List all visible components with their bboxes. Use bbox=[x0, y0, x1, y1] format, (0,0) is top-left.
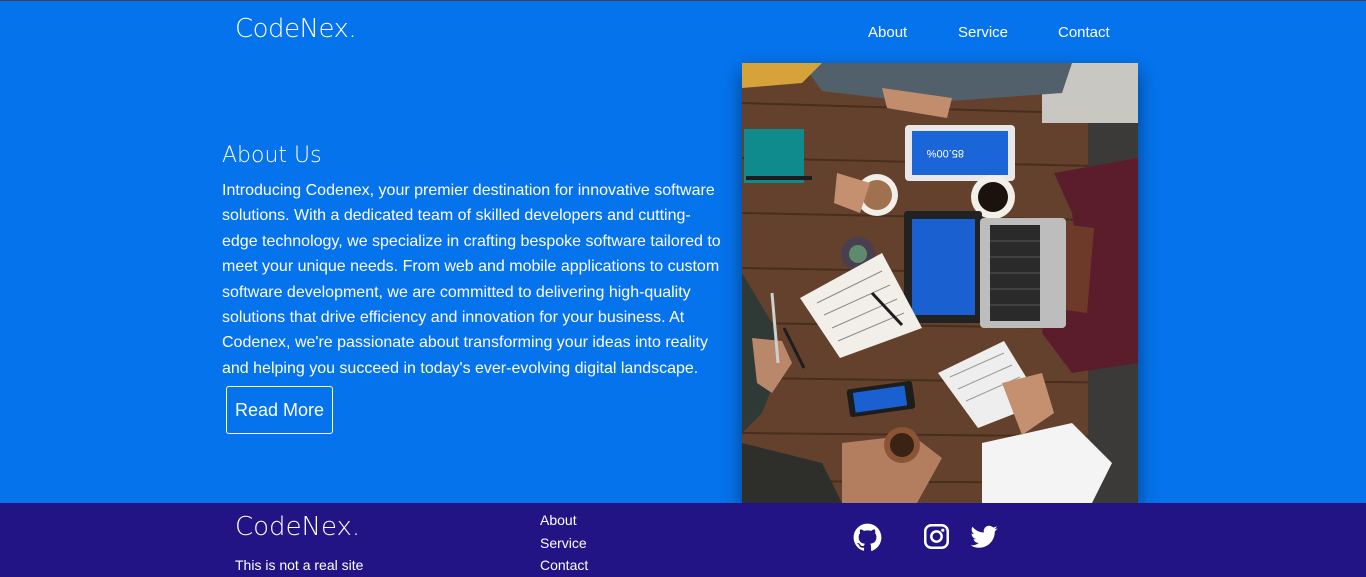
footer-links: About Service Contact bbox=[540, 509, 588, 577]
tablet-value: 85.00% bbox=[926, 147, 964, 159]
github-icon[interactable] bbox=[853, 523, 882, 552]
team-meeting-photo: 85.00% bbox=[742, 63, 1138, 503]
about-description: Introducing Codenex, your premier destin… bbox=[222, 182, 721, 377]
nav-link-about[interactable]: About bbox=[868, 24, 907, 41]
twitter-icon[interactable] bbox=[969, 523, 999, 551]
read-more-button[interactable]: Read More bbox=[226, 386, 333, 434]
footer-brand[interactable]: CodeNex. bbox=[235, 512, 360, 542]
nav-link-service[interactable]: Service bbox=[958, 24, 1008, 41]
footer-link-contact[interactable]: Contact bbox=[540, 554, 588, 577]
site-footer: CodeNex. This is not a real site About S… bbox=[0, 503, 1366, 577]
about-title: About Us bbox=[222, 143, 322, 168]
nav-link-contact[interactable]: Contact bbox=[1058, 24, 1110, 41]
top-border bbox=[0, 0, 1366, 1]
brand-logo[interactable]: CodeNex. bbox=[235, 14, 357, 44]
footer-link-service[interactable]: Service bbox=[540, 532, 588, 555]
footer-link-about[interactable]: About bbox=[540, 509, 588, 532]
instagram-icon[interactable] bbox=[923, 523, 950, 550]
footer-tagline: This is not a real site bbox=[235, 557, 364, 573]
